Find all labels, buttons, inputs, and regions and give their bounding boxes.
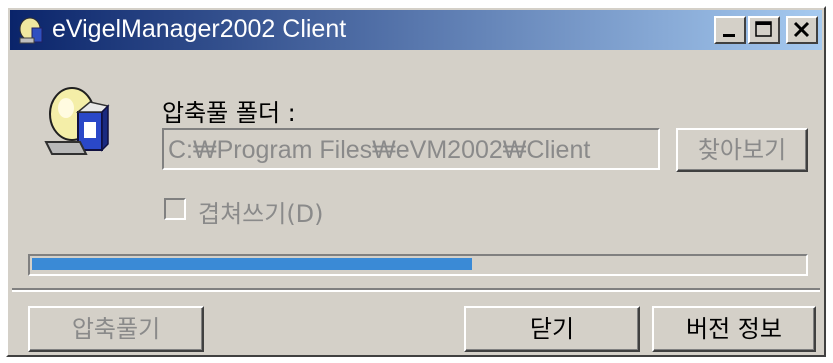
overwrite-label: 겹쳐쓰기(D) [198,200,324,228]
extract-folder-label: 압축풀 폴더 : [162,99,296,127]
version-info-button[interactable]: 버전 정보 [652,306,816,352]
minimize-icon [723,34,735,37]
browse-button[interactable]: 찾아보기 [676,128,808,172]
footer-divider [12,288,820,292]
maximize-icon [755,21,772,37]
progress-bar [28,254,808,276]
close-button[interactable]: 닫기 [464,306,640,352]
app-icon-small [19,17,43,44]
overwrite-checkbox[interactable] [164,198,186,220]
close-window-button[interactable] [786,16,818,44]
installer-icon [44,87,110,155]
close-icon [793,21,810,38]
title-bar[interactable]: eVigelManager2002 Client [10,10,822,50]
extract-path-input[interactable]: C:₩Program Files₩eVM2002₩Client [162,128,660,170]
extract-button[interactable]: 압축풀기 [28,306,204,352]
progress-bar-fill [32,258,472,270]
maximize-button[interactable] [748,16,780,44]
window-title: eVigelManager2002 Client [52,15,347,43]
dialog-window: eVigelManager2002 Client 압축풀 폴더 : C:₩Pro… [6,6,826,357]
minimize-button[interactable] [714,16,746,44]
